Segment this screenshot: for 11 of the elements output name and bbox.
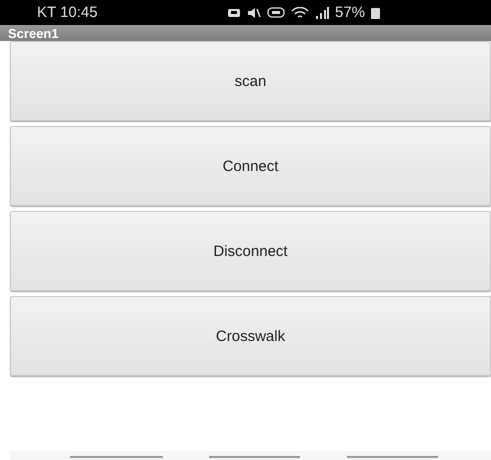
app-button[interactable]: scan	[10, 41, 491, 121]
mute-icon	[247, 6, 261, 18]
screen-title: Screen1	[7, 26, 59, 42]
carrier-time: KT 10:45	[37, 4, 99, 21]
signal-icon	[315, 6, 329, 18]
battery-icon	[371, 6, 380, 18]
battery-percent: 57%	[335, 4, 366, 21]
app-button[interactable]: Disconnect	[10, 211, 491, 291]
app-button[interactable]: Connect	[10, 126, 491, 206]
wifi-icon	[291, 6, 309, 18]
app-button[interactable]: Crosswalk	[10, 296, 491, 376]
